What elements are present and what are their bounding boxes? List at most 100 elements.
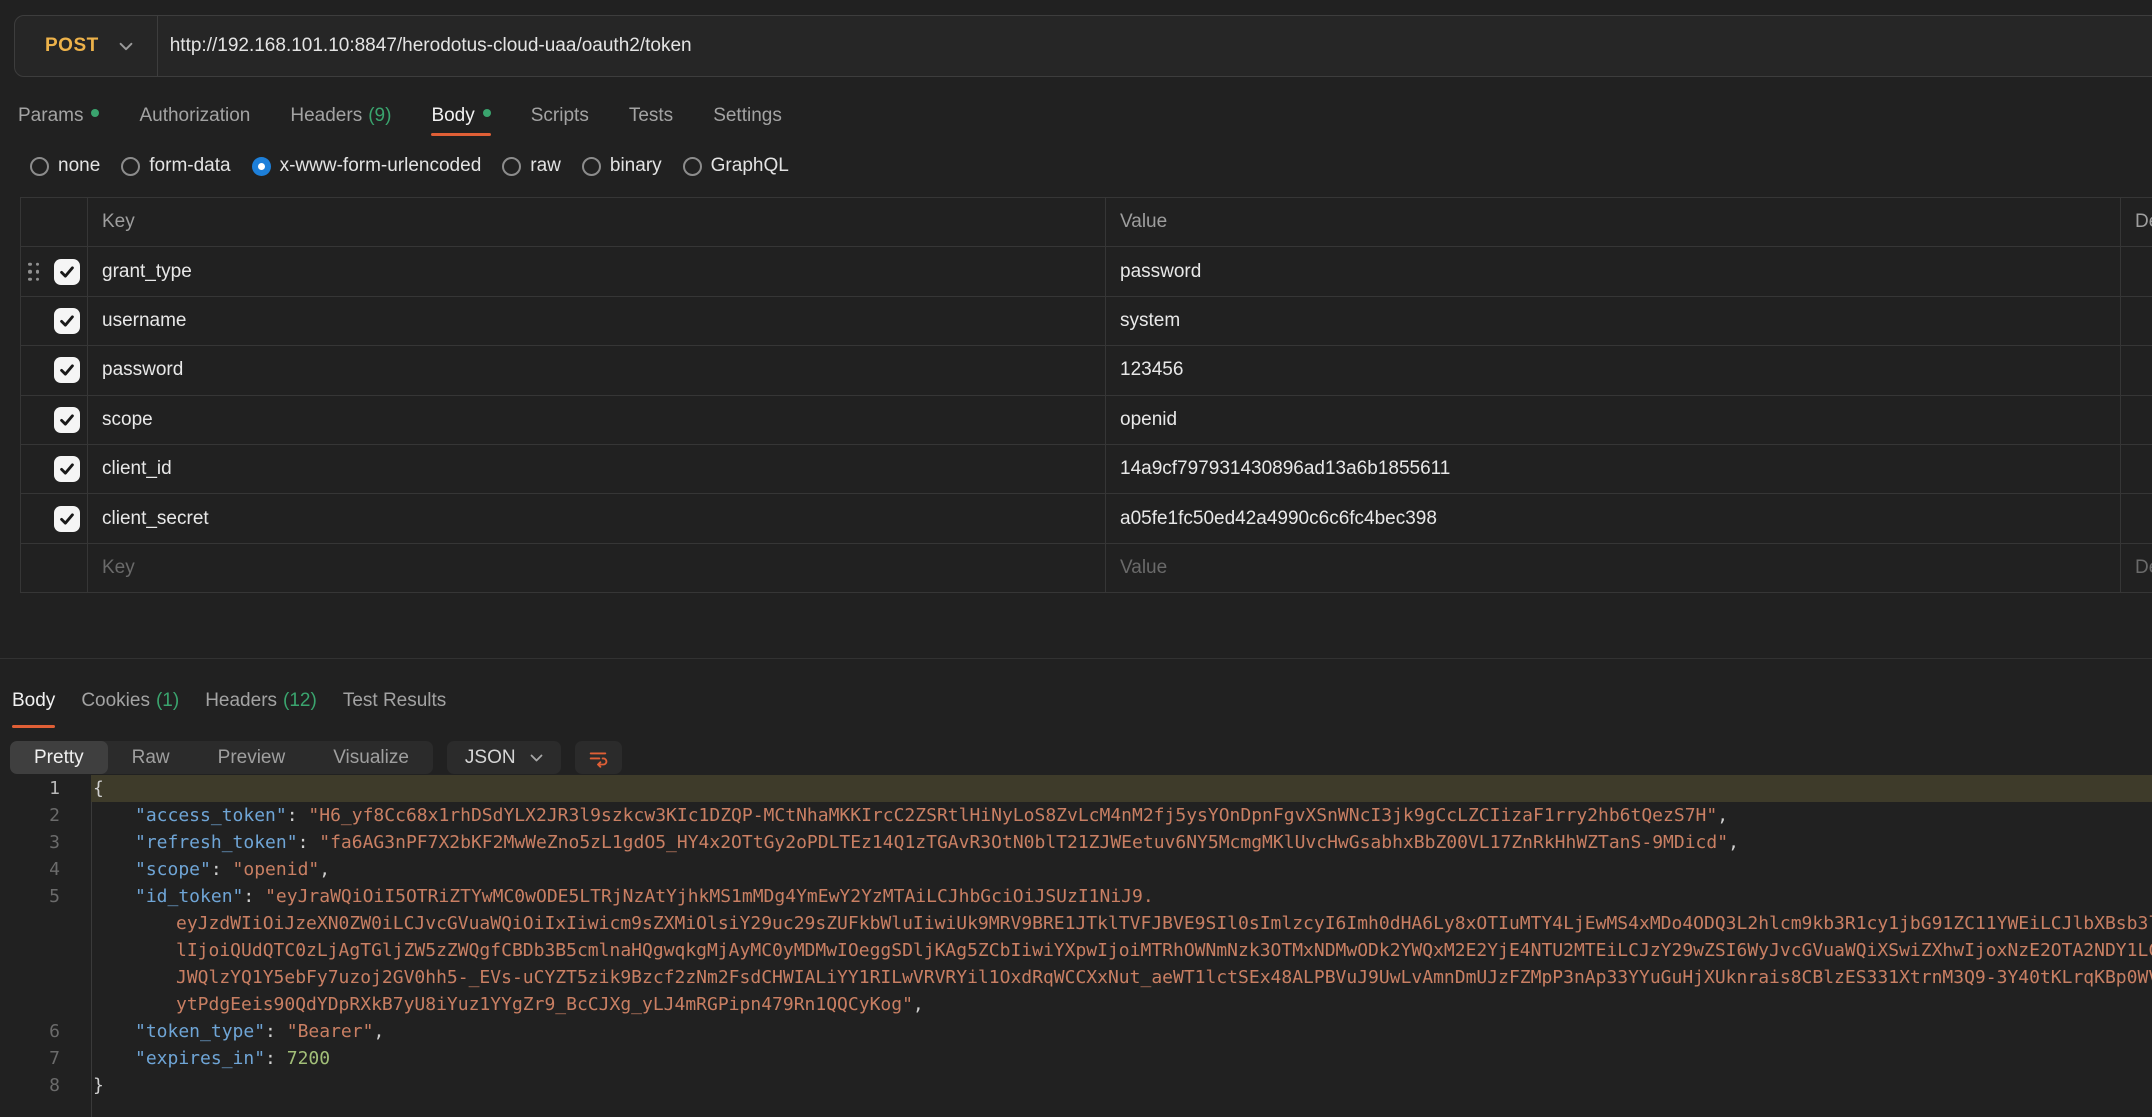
view-mode-visualize[interactable]: Visualize [309, 741, 433, 774]
tab-label: Headers [290, 105, 362, 127]
body-mode-none[interactable]: none [30, 155, 100, 177]
row-checkbox[interactable] [54, 259, 80, 285]
param-desc-cell[interactable] [2120, 247, 2152, 295]
param-select-cell [21, 494, 87, 542]
tab-params[interactable]: Params [18, 96, 99, 136]
request-tabs: Params Authorization Headers(9) Body Scripts… [18, 96, 782, 136]
method-label: POST [45, 35, 99, 57]
token-punc: , [913, 994, 924, 1015]
body-mode-graphql[interactable]: GraphQL [683, 155, 789, 177]
param-value-cell[interactable]: system [1105, 297, 2120, 345]
postman-app: POST http://192.168.101.10:8847/herodotu… [0, 0, 2152, 1117]
body-mode-binary[interactable]: binary [582, 155, 662, 177]
token-key: "expires_in" [135, 1048, 265, 1069]
line-number: 5 [0, 883, 60, 910]
code-content: "id_token": "eyJraWQiOiI5OTRiZTYwMC0wODE… [135, 883, 1154, 910]
code-content: "scope": "openid", [135, 856, 330, 883]
response-tab-headers[interactable]: Headers(12) [205, 674, 317, 728]
param-desc-cell[interactable] [2120, 396, 2152, 444]
response-tab-test-results[interactable]: Test Results [343, 674, 446, 728]
tab-authorization[interactable]: Authorization [139, 96, 250, 136]
token-punc: { [93, 778, 104, 799]
token-str: "Bearer" [287, 1021, 374, 1042]
response-tab-cookies[interactable]: Cookies(1) [81, 674, 179, 728]
body-mode-form-data[interactable]: form-data [121, 155, 230, 177]
row-checkbox[interactable] [54, 456, 80, 482]
param-key-cell[interactable]: grant_type [87, 247, 1105, 295]
param-value-cell[interactable]: a05fe1fc50ed42a4990c6c6fc4bec398 [1105, 494, 2120, 542]
view-mode-switcher: PrettyRawPreviewVisualize [10, 741, 433, 774]
radio-icon [582, 157, 601, 176]
param-key-cell[interactable]: username [87, 297, 1105, 345]
desc-input-placeholder[interactable]: De [2120, 544, 2152, 592]
token-str: "eyJraWQiOiI5OTRiZTYwMC0wODE5LTRjNzAtYjh… [265, 886, 1154, 907]
code-content: lIjoiQUdQTC0zLjAgTGljZW5zZWQgfCBDb3B5cml… [176, 937, 2152, 964]
code-line: 4"scope": "openid", [0, 856, 2152, 883]
tab-label: Body [431, 105, 474, 127]
value-input-placeholder[interactable]: Value [1105, 544, 2120, 592]
token-str: "fa6AG3nPF7X2bKF2MwWeZno5zL1gdO5_HY4x2OT… [319, 832, 1728, 853]
param-value-cell[interactable]: 123456 [1105, 346, 2120, 394]
token-punc: : [287, 805, 309, 826]
param-row: usernamesystem [21, 297, 2152, 346]
token-str: "H6_yf8Cc68x1rhDSdYLX2JR3l9szkcw3KIc1DZQ… [308, 805, 1717, 826]
params-table: Key Value De grant_typepasswordusernames… [20, 197, 2152, 593]
format-label: JSON [465, 747, 516, 769]
param-key-cell[interactable]: client_id [87, 445, 1105, 493]
code-content: "refresh_token": "fa6AG3nPF7X2bKF2MwWeZn… [135, 829, 1739, 856]
param-value-cell[interactable]: openid [1105, 396, 2120, 444]
param-desc-cell[interactable] [2120, 346, 2152, 394]
body-mode-raw[interactable]: raw [502, 155, 561, 177]
code-content: ytPdgEeis90QdYDpRXkB7yU8iYuz1YYgZr9_BcCJ… [176, 991, 924, 1018]
radio-selected-icon [252, 157, 271, 176]
token-key: "access_token" [135, 805, 287, 826]
param-desc-cell[interactable] [2120, 445, 2152, 493]
param-desc-cell[interactable] [2120, 494, 2152, 542]
tab-body[interactable]: Body [431, 96, 490, 136]
param-select-cell [21, 396, 87, 444]
line-number: 3 [0, 829, 60, 856]
code-content: "access_token": "H6_yf8Cc68x1rhDSdYLX2JR… [135, 802, 1728, 829]
param-key-cell[interactable]: password [87, 346, 1105, 394]
code-line: 8} [0, 1072, 2152, 1099]
method-selector[interactable]: POST [15, 35, 133, 57]
code-line: 5 "id_token": "eyJraWQiOiI5OTRiZTYwMC0wOD… [0, 883, 2152, 910]
param-key-cell[interactable]: client_secret [87, 494, 1105, 542]
key-input-placeholder[interactable]: Key [87, 544, 1105, 592]
tab-scripts[interactable]: Scripts [531, 96, 589, 136]
param-value-cell[interactable]: password [1105, 247, 2120, 295]
code-content: "expires_in": 7200 [135, 1045, 330, 1072]
param-desc-cell[interactable] [2120, 297, 2152, 345]
token-punc: , [1728, 832, 1739, 853]
token-key: "refresh_token" [135, 832, 298, 853]
tab-label: Test Results [343, 690, 446, 712]
body-mode-x-www-form-urlencoded[interactable]: x-www-form-urlencoded [252, 155, 482, 177]
tab-settings[interactable]: Settings [713, 96, 782, 136]
url-input[interactable]: http://192.168.101.10:8847/herodotus-clo… [170, 35, 692, 57]
row-checkbox[interactable] [54, 357, 80, 383]
drag-handle-icon[interactable] [28, 262, 39, 281]
code-content: eyJzdWIiOiJzeXN0ZW0iLCJvcGVuaWQiOiIxIiwi… [176, 910, 2152, 937]
row-checkbox[interactable] [54, 506, 80, 532]
method-url-divider [157, 16, 158, 76]
param-value-cell[interactable]: 14a9cf797931430896ad13a6b1855611 [1105, 445, 2120, 493]
view-mode-preview[interactable]: Preview [194, 741, 310, 774]
tab-label: Params [18, 105, 83, 127]
param-key-cell[interactable]: scope [87, 396, 1105, 444]
line-number: 1 [0, 775, 60, 802]
view-mode-pretty[interactable]: Pretty [10, 741, 108, 774]
pane-divider[interactable] [0, 658, 2152, 659]
view-mode-raw[interactable]: Raw [108, 741, 194, 774]
radio-icon [683, 157, 702, 176]
wrap-lines-button[interactable] [575, 741, 622, 774]
tab-tests[interactable]: Tests [629, 96, 673, 136]
row-checkbox[interactable] [54, 407, 80, 433]
response-tab-body[interactable]: Body [12, 674, 55, 728]
response-editor[interactable]: 1 {2"access_token": "H6_yf8Cc68x1rhDSdYLX… [0, 775, 2152, 1117]
code-line: ytPdgEeis90QdYDpRXkB7yU8iYuz1YYgZr9_BcCJ… [0, 991, 2152, 1018]
row-checkbox[interactable] [54, 308, 80, 334]
code-line: 2"access_token": "H6_yf8Cc68x1rhDSdYLX2J… [0, 802, 2152, 829]
tab-headers[interactable]: Headers(9) [290, 96, 391, 136]
response-format-select[interactable]: JSON [447, 741, 561, 774]
response-tabs: Body Cookies(1) Headers(12) Test Results [12, 674, 446, 728]
